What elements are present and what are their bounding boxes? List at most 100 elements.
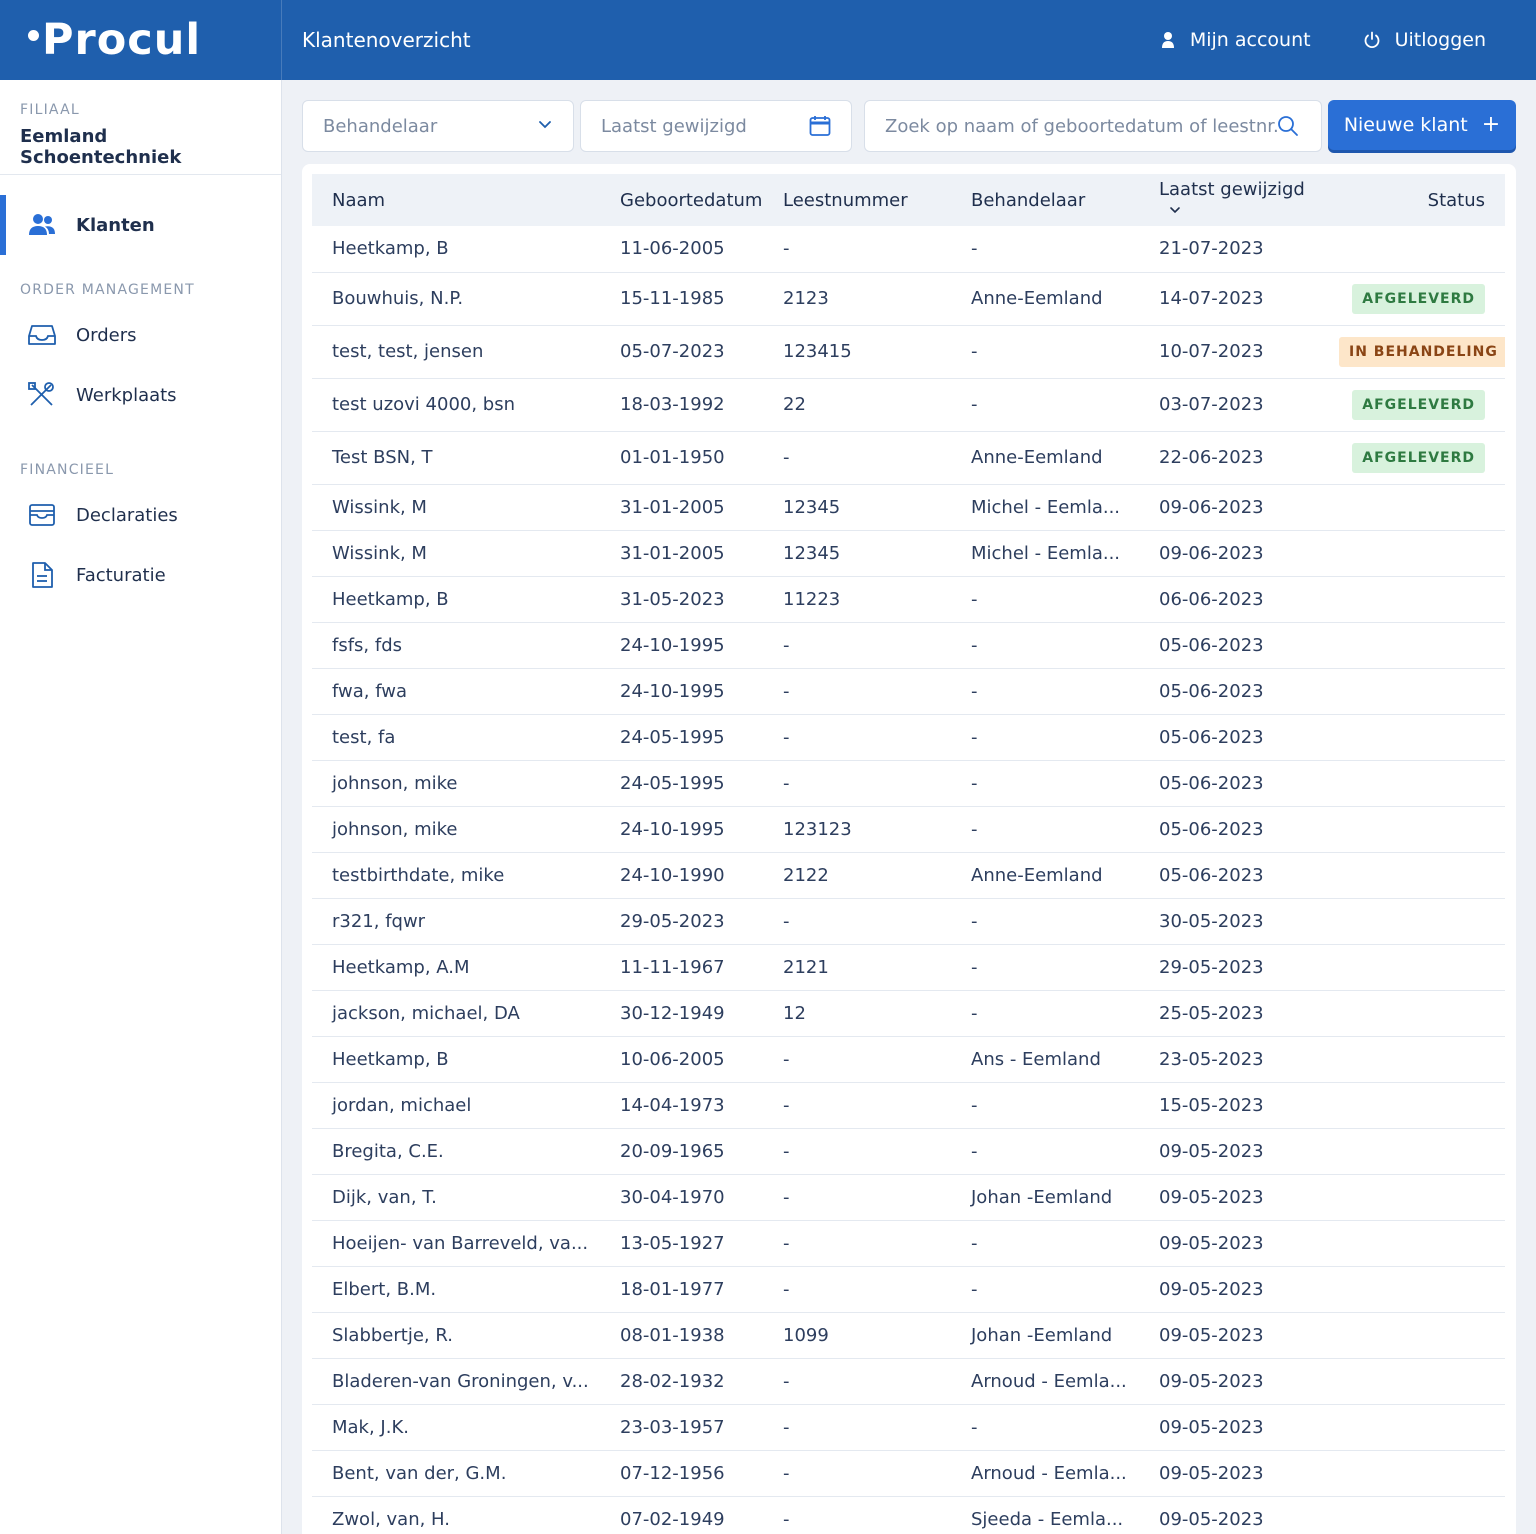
table-row[interactable]: fsfs, fds 24-10-1995 - - 05-06-2023 xyxy=(312,622,1505,668)
cell-gewijzigd: 30-05-2023 xyxy=(1159,910,1264,932)
cell-geboortedatum: 08-01-1938 xyxy=(620,1324,725,1346)
cell-behandelaar: - xyxy=(971,394,978,415)
table-row[interactable]: fwa, fwa 24-10-1995 - - 05-06-2023 xyxy=(312,668,1505,714)
search-input[interactable]: Zoek op naam of geboortedatum of leestnr… xyxy=(864,100,1322,152)
user-icon xyxy=(1161,32,1174,48)
cell-leestnummer: 1099 xyxy=(783,1324,829,1346)
cell-gewijzigd: 05-06-2023 xyxy=(1159,634,1264,656)
cell-geboortedatum: 18-03-1992 xyxy=(620,394,725,415)
table-row[interactable]: Heetkamp, A.M 11-11-1967 2121 - 29-05-2023 xyxy=(312,944,1505,990)
cell-geboortedatum: 15-11-1985 xyxy=(620,288,725,309)
customers-table: Naam Geboortedatum Leestnummer Behandela… xyxy=(312,174,1505,1534)
table-row[interactable]: Heetkamp, B 11-06-2005 - - 21-07-2023 xyxy=(312,226,1505,272)
table-row[interactable]: jordan, michael 14-04-1973 - - 15-05-2023 xyxy=(312,1082,1505,1128)
cell-leestnummer: - xyxy=(783,910,790,932)
top-bar: Procul Klantenoverzicht Mijn account Uit… xyxy=(0,0,1536,80)
cell-status: AFGELEVERD xyxy=(1319,272,1505,325)
date-filter-placeholder: Laatst gewijzigd xyxy=(601,115,747,137)
logo[interactable]: Procul xyxy=(0,0,282,80)
table-row[interactable]: Hoeijen- van Barreveld, va... 13-05-1927 -… xyxy=(312,1220,1505,1266)
table-row[interactable]: Wissink, M 31-01-2005 12345 Michel - Eemla.… xyxy=(312,530,1505,576)
column-header-leestnummer[interactable]: Leestnummer xyxy=(763,174,951,226)
my-account-label: Mijn account xyxy=(1189,29,1311,51)
table-row[interactable]: Bregita, C.E. 20-09-1965 - - 09-05-2023 xyxy=(312,1128,1505,1174)
table-row[interactable]: Elbert, B.M. 18-01-1977 - - 09-05-2023 xyxy=(312,1266,1505,1312)
cell-behandelaar: - xyxy=(971,818,978,840)
status-badge: AFGELEVERD xyxy=(1352,442,1485,473)
logout-link[interactable]: Uitloggen xyxy=(1363,29,1486,51)
sidebar-item-label: Klanten xyxy=(76,214,155,236)
sidebar-item-facturatie[interactable]: Facturatie xyxy=(0,545,281,605)
cell-status xyxy=(1319,1312,1505,1358)
table-row[interactable]: testbirthdate, mike 24-10-1990 2122 Anne-Ee… xyxy=(312,852,1505,898)
branch-name[interactable]: Eemland Schoentechniek xyxy=(20,126,261,168)
table-row[interactable]: Bladeren-van Groningen, v... 28-02-1932 - A… xyxy=(312,1358,1505,1404)
sidebar-item-werkplaats[interactable]: Werkplaats xyxy=(0,365,281,425)
search-icon[interactable] xyxy=(1277,115,1299,142)
table-row[interactable]: test, test, jensen 05-07-2023 123415 - 10-07… xyxy=(312,325,1505,378)
calendar-icon[interactable] xyxy=(809,115,831,142)
cell-geboortedatum: 31-01-2005 xyxy=(620,542,725,564)
sidebar-item-declaraties[interactable]: Declaraties xyxy=(0,485,281,545)
cell-naam: Heetkamp, B xyxy=(332,588,449,610)
column-header-naam[interactable]: Naam xyxy=(312,174,600,226)
cell-naam: Mak, J.K. xyxy=(332,1416,409,1438)
table-row[interactable]: johnson, mike 24-10-1995 123123 - 05-06-2023 xyxy=(312,806,1505,852)
cell-status xyxy=(1319,1358,1505,1404)
table-row[interactable]: Heetkamp, B 31-05-2023 11223 - 06-06-2023 xyxy=(312,576,1505,622)
cell-behandelaar: - xyxy=(971,588,978,610)
table-row[interactable]: Wissink, M 31-01-2005 12345 Michel - Eemla.… xyxy=(312,484,1505,530)
new-customer-button[interactable]: Nieuwe klant + xyxy=(1328,100,1516,150)
cell-geboortedatum: 30-12-1949 xyxy=(620,1002,725,1024)
cell-geboortedatum: 31-01-2005 xyxy=(620,496,725,518)
column-header-status[interactable]: Status xyxy=(1319,174,1505,226)
my-account-link[interactable]: Mijn account xyxy=(1160,29,1311,51)
cell-geboortedatum: 24-10-1995 xyxy=(620,680,725,702)
table-row[interactable]: Slabbertje, R. 08-01-1938 1099 Johan -Eemla… xyxy=(312,1312,1505,1358)
table-row[interactable]: Mak, J.K. 23-03-1957 - - 09-05-2023 xyxy=(312,1404,1505,1450)
cell-behandelaar: - xyxy=(971,910,978,932)
table-row[interactable]: Heetkamp, B 10-06-2005 - Ans - Eemland 23-05… xyxy=(312,1036,1505,1082)
cell-naam: johnson, mike xyxy=(332,772,458,794)
cell-behandelaar: - xyxy=(971,1002,978,1024)
cell-status xyxy=(1319,1036,1505,1082)
cell-status xyxy=(1319,226,1505,272)
cell-status xyxy=(1319,714,1505,760)
behandelaar-select[interactable]: Behandelaar xyxy=(302,100,574,152)
cell-leestnummer: - xyxy=(783,1370,790,1392)
table-row[interactable]: Bouwhuis, N.P. 15-11-1985 2123 Anne-Eemland… xyxy=(312,272,1505,325)
logo-text: Procul xyxy=(42,15,202,65)
cell-status xyxy=(1319,1220,1505,1266)
table-row[interactable]: test, fa 24-05-1995 - - 05-06-2023 xyxy=(312,714,1505,760)
sidebar-item-label: Werkplaats xyxy=(76,384,177,406)
column-header-behandelaar[interactable]: Behandelaar xyxy=(951,174,1139,226)
behandelaar-placeholder: Behandelaar xyxy=(323,115,438,137)
column-header-laatst-gewijzigd[interactable]: Laatst gewijzigd xyxy=(1139,174,1319,226)
sidebar-item-klanten[interactable]: Klanten xyxy=(0,195,281,255)
table-row[interactable]: johnson, mike 24-05-1995 - - 05-06-2023 xyxy=(312,760,1505,806)
table-row[interactable]: Zwol, van, H. 07-02-1949 - Sjeeda - Eemla..… xyxy=(312,1496,1505,1534)
table-row[interactable]: test uzovi 4000, bsn 18-03-1992 22 - 03-07-2… xyxy=(312,378,1505,431)
cell-gewijzigd: 15-05-2023 xyxy=(1159,1094,1264,1116)
cell-status: AFGELEVERD xyxy=(1319,431,1505,484)
cell-status xyxy=(1319,484,1505,530)
table-row[interactable]: jackson, michael, DA 30-12-1949 12 - 25-05-2… xyxy=(312,990,1505,1036)
cell-geboortedatum: 24-05-1995 xyxy=(620,726,725,748)
sidebar-item-orders[interactable]: Orders xyxy=(0,305,281,365)
cell-gewijzigd: 25-05-2023 xyxy=(1159,1002,1264,1024)
cell-gewijzigd: 05-06-2023 xyxy=(1159,864,1264,886)
logo-mark: Procul xyxy=(28,15,201,65)
cell-status xyxy=(1319,1404,1505,1450)
table-row[interactable]: r321, fqwr 29-05-2023 - - 30-05-2023 xyxy=(312,898,1505,944)
cell-behandelaar: - xyxy=(971,1232,978,1254)
table-row[interactable]: Dijk, van, T. 30-04-1970 - Johan -Eemland 09… xyxy=(312,1174,1505,1220)
table-row[interactable]: Test BSN, T 01-01-1950 - Anne-Eemland 22-06-… xyxy=(312,431,1505,484)
sidebar: FILIAAL Eemland Schoentechniek Klanten O… xyxy=(0,80,282,1534)
cell-gewijzigd: 09-05-2023 xyxy=(1159,1186,1264,1208)
cell-status: IN BEHANDELING xyxy=(1319,325,1505,378)
date-filter-input[interactable]: Laatst gewijzigd xyxy=(580,100,852,152)
table-row[interactable]: Bent, van der, G.M. 07-12-1956 - Arnoud - E… xyxy=(312,1450,1505,1496)
cell-behandelaar: - xyxy=(971,238,978,260)
cell-leestnummer: - xyxy=(783,1186,790,1208)
column-header-geboortedatum[interactable]: Geboortedatum xyxy=(600,174,763,226)
